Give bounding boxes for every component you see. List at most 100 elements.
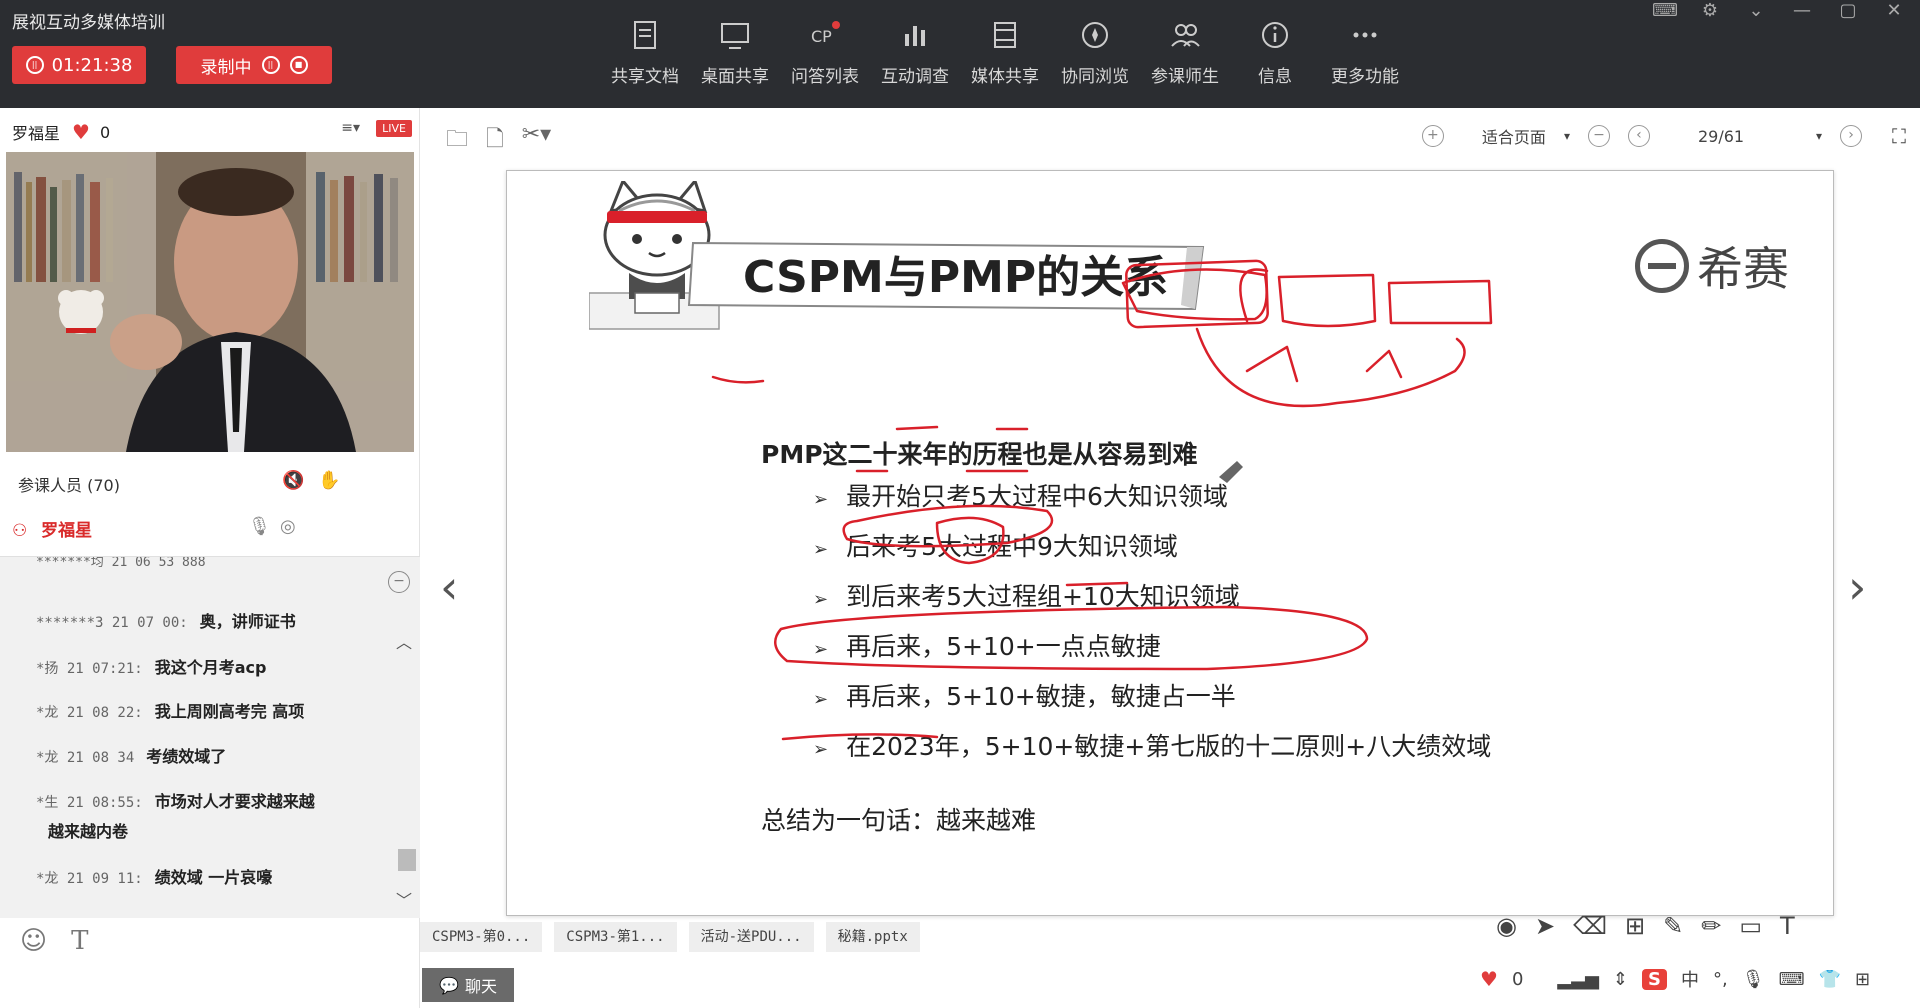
page-dropdown-icon[interactable]: ▾ [1816, 129, 1822, 143]
collapse-chat-icon[interactable]: − [388, 571, 410, 593]
chat-message: *生 21 08:55: 市场对人才要求越来越 [36, 787, 315, 818]
participants-header: 参课人员 (70) 🔇 ✋ [18, 470, 408, 496]
raise-hand-icon[interactable]: ✋ [318, 470, 340, 491]
skin-icon[interactable]: 👕 [1819, 969, 1841, 990]
minimize-icon[interactable]: — [1790, 0, 1814, 21]
text-format-icon[interactable]: T [71, 926, 88, 956]
toolbar-qa-list[interactable]: CP 问答列表 [780, 18, 870, 87]
chat-meta: *******3 21 07 00: [36, 615, 188, 631]
bullet-arrow-icon: ➢ [813, 589, 829, 610]
file-tab[interactable]: CSPM3-第0... [420, 922, 543, 952]
chevron-down-icon[interactable]: ▾ [1564, 129, 1570, 143]
toolbar-attendees[interactable]: 参课师生 [1140, 18, 1230, 87]
rectangle-icon[interactable]: ▭ [1739, 912, 1762, 940]
scissors-icon[interactable]: ✂▾ [522, 122, 551, 160]
eraser-icon[interactable]: ⌫ [1573, 912, 1607, 940]
slide-canvas[interactable]: CSPM与PMP的关系 希赛 PMP这二十来年的历程也是从容易到难 ➢ 最开始只考… [506, 170, 1834, 916]
file-tab[interactable]: 活动-送PDU... [688, 922, 814, 952]
toolbar-desktop-share[interactable]: 桌面共享 [690, 18, 780, 87]
toolbar-info[interactable]: 信息 [1230, 18, 1320, 87]
text-tool-icon[interactable]: T [1780, 912, 1795, 940]
clear-icon[interactable]: ⊞ [1625, 912, 1645, 940]
participant-item[interactable]: ⚇ 罗福星 🎙 ◎ [12, 516, 402, 542]
toolbar-label: 参课师生 [1151, 67, 1219, 87]
voice-input-icon[interactable]: 🎙 [1742, 969, 1765, 990]
video-frame-image [6, 152, 414, 452]
left-panel: 罗福星 ♥ 0 ≡▾ LIVE 参课人员 (70) 🔇 ✋ ⚇ 罗福星 🎙 ◎ … [0, 108, 420, 1008]
qa-icon: CP [811, 21, 840, 46]
previous-slide-arrow[interactable]: ‹ [440, 560, 458, 614]
keyboard-icon[interactable]: ⌨ [1652, 0, 1678, 21]
fit-page-select[interactable]: 适合页面 [1482, 124, 1546, 148]
sogou-ime-icon[interactable]: S [1642, 968, 1667, 990]
bullet-item: ➢ 在2023年，5+10+敏捷+第七版的十二原则+八大绩效域 [813, 727, 1491, 763]
heart-icon[interactable]: ♥ [1480, 967, 1498, 991]
annotation-toolbar: ◉ ➤ ⌫ ⊞ ✎ ✏ ▭ T [1496, 912, 1795, 940]
mute-all-icon[interactable]: 🔇 [282, 470, 304, 491]
new-page-icon[interactable]: 🗋 [486, 122, 504, 160]
chat-history[interactable]: − *******均 21 06 53 888 ︿ ﹀ *******3 21 … [0, 556, 420, 918]
highlighter-icon[interactable]: ✎ [1663, 912, 1683, 940]
toolbar-label: 更多功能 [1331, 67, 1399, 87]
close-icon[interactable]: ✕ [1882, 0, 1906, 21]
chat-message: *******3 21 07 00: 奥，讲师证书 [36, 607, 296, 638]
toolbar-share-document[interactable]: 共享文档 [600, 18, 690, 87]
file-tab[interactable]: CSPM3-第1... [554, 922, 677, 952]
microphone-icon[interactable]: 🎙 [248, 516, 271, 537]
session-timer-button[interactable]: || 01:21:38 [12, 46, 146, 84]
bullet-arrow-icon: ➢ [813, 689, 829, 710]
file-tab[interactable]: 秘籍.pptx [825, 922, 920, 952]
bullet-text: 在2023年，5+10+敏捷+第七版的十二原则+八大绩效域 [846, 732, 1492, 761]
toolbar-survey[interactable]: 互动调查 [870, 18, 960, 87]
chat-tab[interactable]: 💬 聊天 [422, 968, 514, 1002]
fullscreen-icon[interactable]: ⛶ [1892, 124, 1906, 148]
open-files-bar: CSPM3-第0... CSPM3-第1... 活动-送PDU... 秘籍.pp… [420, 922, 920, 956]
chat-meta: *龙 21 08 34 [36, 750, 135, 766]
scroll-down-icon[interactable]: ﹀ [396, 887, 412, 911]
bullet-text: 到后来考5大过程组+10大知识领域 [846, 582, 1240, 611]
pointer-icon[interactable]: ➤ [1535, 912, 1555, 940]
punctuation-icon[interactable]: °, [1713, 969, 1728, 990]
toolbar-label: 问答列表 [791, 67, 859, 87]
camera-icon[interactable]: ◎ [280, 516, 296, 537]
chat-scrollbar-thumb[interactable] [398, 849, 416, 871]
zoom-in-icon[interactable]: + [1421, 125, 1444, 147]
toolbox-icon[interactable]: ⊞ [1855, 969, 1870, 990]
toolbar-more[interactable]: 更多功能 [1320, 18, 1410, 87]
stop-recording-icon[interactable]: ■ [289, 56, 308, 74]
emoji-icon[interactable]: ☺ [20, 926, 47, 956]
chat-text: 绩效域 一片哀嚎 [154, 868, 273, 887]
zoom-out-icon[interactable]: − [1587, 125, 1610, 147]
scroll-arrows-icon[interactable]: ⇕ [1613, 969, 1628, 990]
menu-list-icon[interactable]: ≡▾ [341, 120, 360, 136]
pause-recording-icon[interactable]: || [261, 56, 280, 74]
maximize-icon[interactable]: ▢ [1836, 0, 1860, 21]
open-folder-icon[interactable]: 🗀 [446, 122, 468, 160]
next-slide-arrow[interactable]: › [1848, 560, 1866, 614]
recording-button[interactable]: 录制中 || ■ [176, 46, 332, 84]
toolbar-label: 媒体共享 [971, 67, 1039, 87]
document-icon [634, 21, 656, 49]
users-icon [1171, 24, 1200, 47]
pen-icon[interactable]: ✏ [1701, 912, 1721, 940]
page-indicator[interactable]: 29/61 [1698, 127, 1768, 146]
next-page-icon[interactable]: › [1840, 125, 1862, 147]
settings-icon[interactable]: ⚙ [1698, 0, 1722, 21]
toolbar-media-share[interactable]: 媒体共享 [960, 18, 1050, 87]
soft-keyboard-icon[interactable]: ⌨ [1779, 969, 1805, 990]
toolbar-label: 桌面共享 [701, 67, 769, 87]
chat-meta: *龙 21 09 11: [36, 871, 143, 887]
bullet-item: ➢ 到后来考5大过程组+10大知识领域 [813, 577, 1240, 613]
chevron-down-icon[interactable]: ⌄ [1744, 0, 1768, 21]
bullet-item: ➢ 再后来，5+10+一点点敏捷 [813, 627, 1161, 663]
bullet-arrow-icon: ➢ [813, 639, 829, 660]
slide-heading: PMP这二十来年的历程也是从容易到难 [761, 440, 1198, 469]
brand-logo: 希赛 [1635, 233, 1789, 299]
heart-icon[interactable]: ♥ [72, 120, 90, 144]
previous-page-icon[interactable]: ‹ [1627, 125, 1650, 147]
ime-mode[interactable]: 中 [1681, 966, 1699, 992]
toolbar-co-browse[interactable]: 协同浏览 [1050, 18, 1140, 87]
record-dot-icon[interactable]: ◉ [1496, 912, 1517, 940]
chat-message: *扬 21 07:21: 我这个月考acp [36, 653, 266, 684]
scroll-up-icon[interactable]: ︿ [396, 629, 412, 653]
